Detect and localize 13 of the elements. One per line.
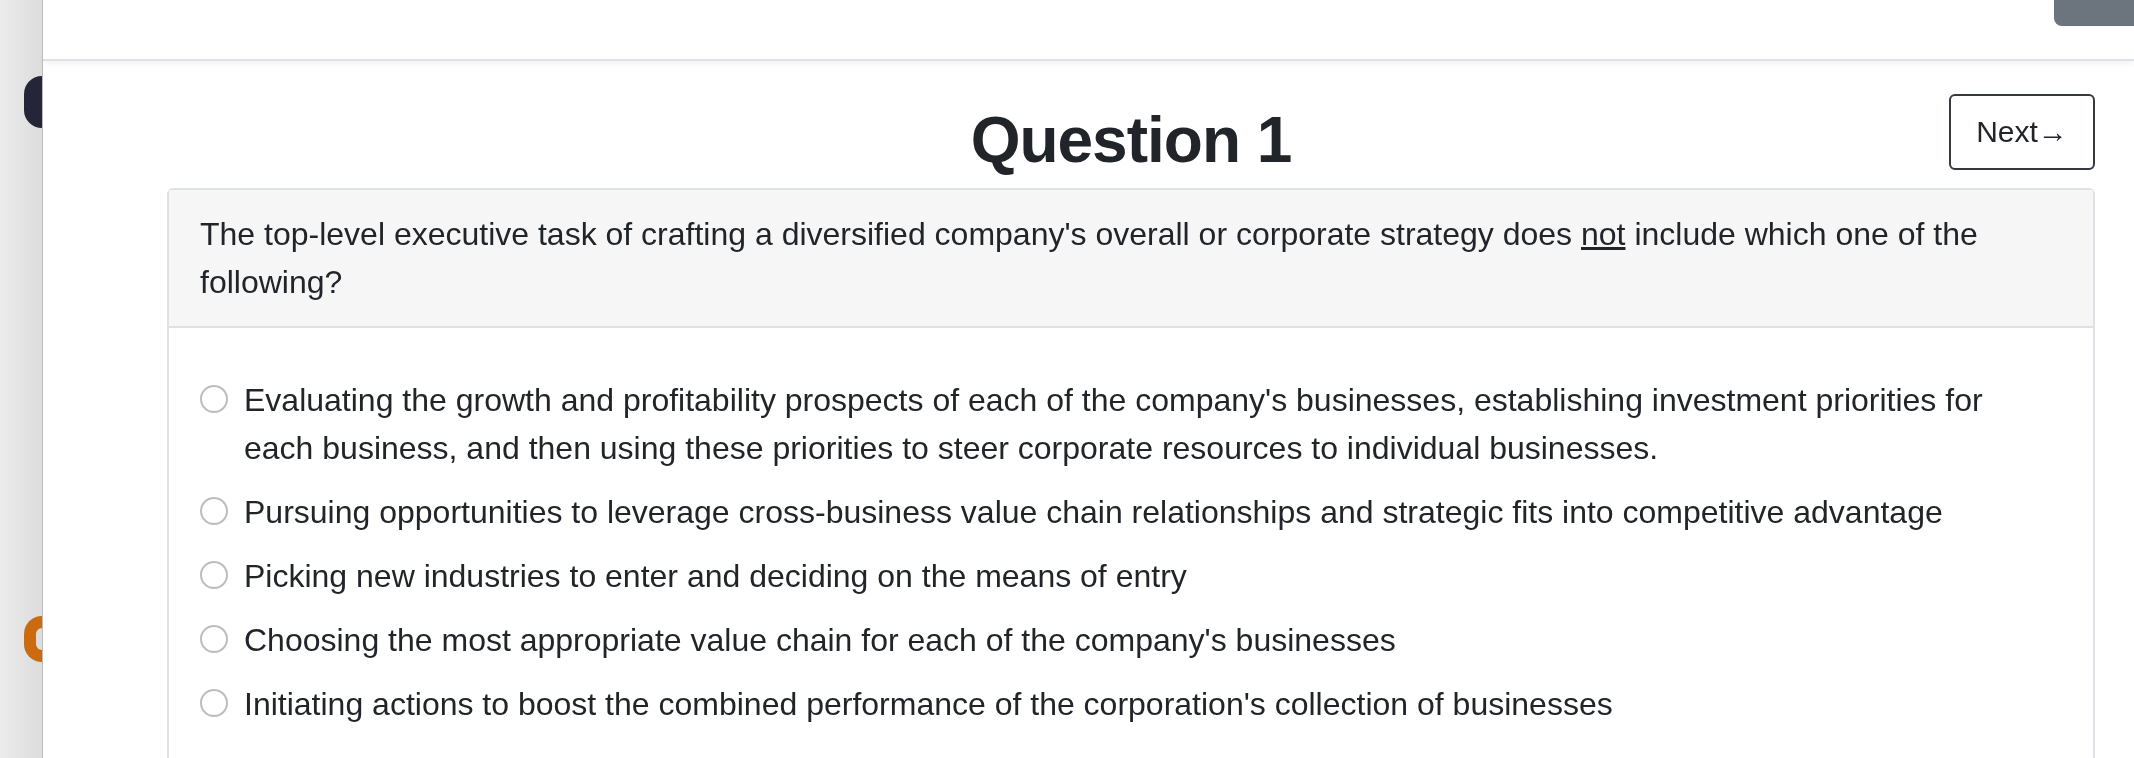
answer-option[interactable]: Evaluating the growth and profitability prospects of each of the company's businesses, establishing investment priorities for each business, and then using these priorities to steer corporate resources to individual businesses. bbox=[244, 376, 2043, 472]
answer-option[interactable]: Picking new industries to enter and deciding on the means of entry bbox=[244, 552, 1187, 600]
answer-option[interactable]: Choosing the most appropriate value chain for each of the company's businesses bbox=[244, 616, 1396, 664]
radio-button[interactable] bbox=[200, 497, 228, 525]
radio-button[interactable] bbox=[200, 385, 228, 413]
answer-option[interactable]: Initiating actions to boost the combined performance of the corporation's collection of businesses bbox=[244, 680, 1613, 728]
radio-button[interactable] bbox=[200, 689, 228, 717]
question-title: Question 1 bbox=[970, 103, 1292, 177]
question-text: The top-level executive task of crafting a diversified company's overall or corporate strategy does not include which one of the following? bbox=[169, 190, 2093, 328]
radio-button[interactable] bbox=[200, 625, 228, 653]
next-button[interactable]: Next→ bbox=[1949, 94, 2095, 170]
answer-option[interactable]: Pursuing opportunities to leverage cross-business value chain relationships and strategic fits into competitive advantage bbox=[244, 488, 1943, 536]
radio-button[interactable] bbox=[200, 561, 228, 589]
